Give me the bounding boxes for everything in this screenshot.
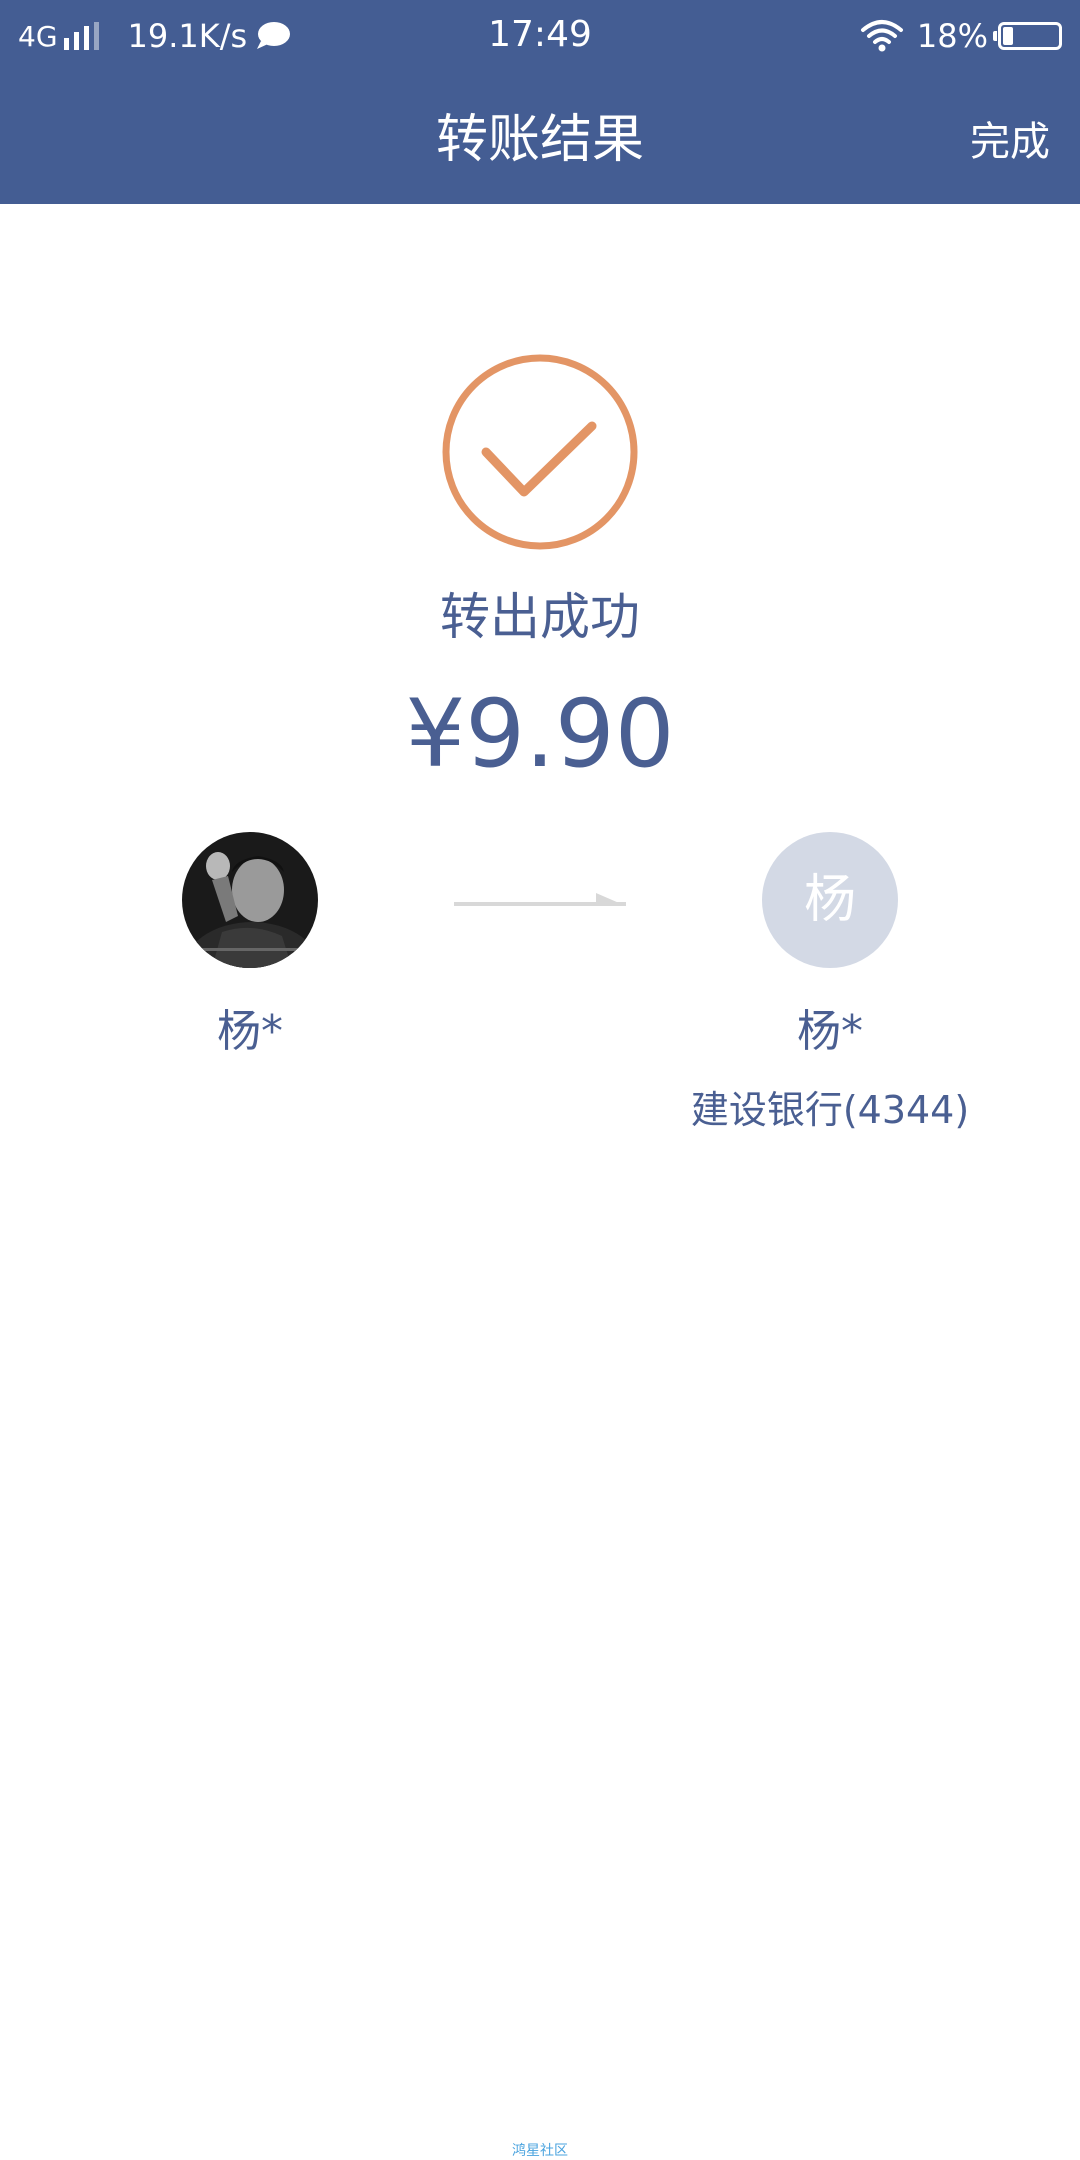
recipient-bank: 建设银行(4344) [690, 1088, 970, 1132]
page-title: 转账结果 [435, 110, 644, 170]
battery-percent: 18% [916, 17, 988, 55]
arrow-right-icon [454, 893, 626, 906]
status-bar: 4G 19.1K/s 17:49 18% [0, 0, 1080, 72]
sender-name: 杨* [217, 1006, 283, 1057]
transfer-status: 转出成功 [440, 588, 640, 646]
battery-icon [993, 22, 1062, 50]
wifi-icon [860, 20, 903, 52]
status-right: 18% [859, 14, 1062, 58]
done-button[interactable]: 完成 [970, 116, 1050, 168]
check-circle-icon [442, 354, 638, 550]
recipient-avatar: 杨 [762, 832, 898, 968]
recipient-name: 杨* [797, 1006, 863, 1057]
header-bar: 4G 19.1K/s 17:49 18% 转账结果 完成 [0, 0, 1080, 204]
transfer-amount: ¥9.90 [405, 680, 675, 789]
sender-avatar [182, 832, 318, 968]
watermark: 鸿星社区 [512, 2143, 568, 2159]
